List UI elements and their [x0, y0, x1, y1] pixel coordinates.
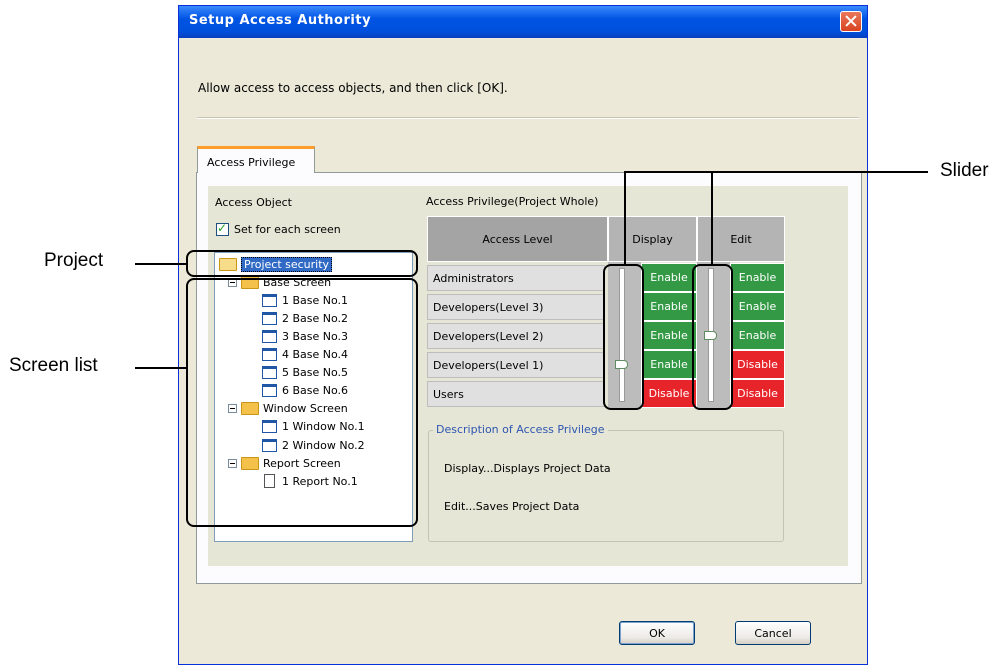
access-level-row: Developers(Level 2): [427, 323, 605, 349]
description-edit: Edit...Saves Project Data: [444, 500, 580, 513]
project-annotation: Project: [44, 250, 104, 271]
edit-permission-cell: Enable: [730, 263, 785, 292]
tab-access-privilege[interactable]: Access Privilege: [197, 146, 315, 173]
edit-permission-cell: Enable: [730, 321, 785, 350]
screen-list-leader-line: [135, 367, 187, 369]
instruction-text: Allow access to access objects, and then…: [198, 81, 508, 95]
display-permission-cell: Enable: [641, 292, 697, 321]
edit-permission-cell: Disable: [730, 379, 785, 408]
project-leader-line: [135, 263, 187, 265]
slider-leader-display: [624, 171, 626, 265]
column-display: Display: [608, 216, 697, 262]
access-level-row: Developers(Level 3): [427, 294, 605, 320]
title-bar[interactable]: Setup Access Authority: [179, 6, 867, 38]
edit-permission-cell: Enable: [730, 292, 785, 321]
screen-list-callout-box: [186, 278, 418, 527]
slider-annotation: Slider: [940, 160, 989, 181]
access-object-heading: Access Object: [215, 196, 292, 209]
access-level-row: Administrators: [427, 265, 605, 291]
slider-leader-line: [624, 171, 928, 173]
access-privilege-heading: Access Privilege(Project Whole): [426, 195, 599, 208]
edit-permission-cell: Disable: [730, 350, 785, 379]
dialog-title: Setup Access Authority: [189, 13, 372, 28]
description-legend: Description of Access Privilege: [433, 423, 608, 436]
close-icon[interactable]: [840, 11, 862, 32]
separator: [197, 117, 859, 119]
display-permission-cell: Enable: [641, 321, 697, 350]
cancel-button[interactable]: Cancel: [735, 621, 811, 645]
display-permission-cell: Disable: [641, 379, 697, 408]
access-level-row: Users: [427, 381, 605, 407]
description-display: Display...Displays Project Data: [444, 462, 611, 475]
project-callout-box: [186, 250, 418, 277]
access-level-row: Developers(Level 1): [427, 352, 605, 378]
set-for-each-screen-label[interactable]: Set for each screen: [234, 223, 341, 236]
ok-button[interactable]: OK: [619, 621, 695, 645]
screen-list-annotation: Screen list: [9, 355, 98, 376]
display-permission-cell: Enable: [641, 263, 697, 292]
set-for-each-screen-checkbox[interactable]: [216, 221, 229, 236]
description-group: [428, 430, 784, 542]
slider-leader-edit: [711, 171, 713, 265]
display-permission-cell: Enable: [641, 350, 697, 379]
column-access-level: Access Level: [427, 216, 608, 262]
display-slider-callout-box: [603, 264, 644, 410]
edit-slider-callout-box: [692, 264, 733, 410]
